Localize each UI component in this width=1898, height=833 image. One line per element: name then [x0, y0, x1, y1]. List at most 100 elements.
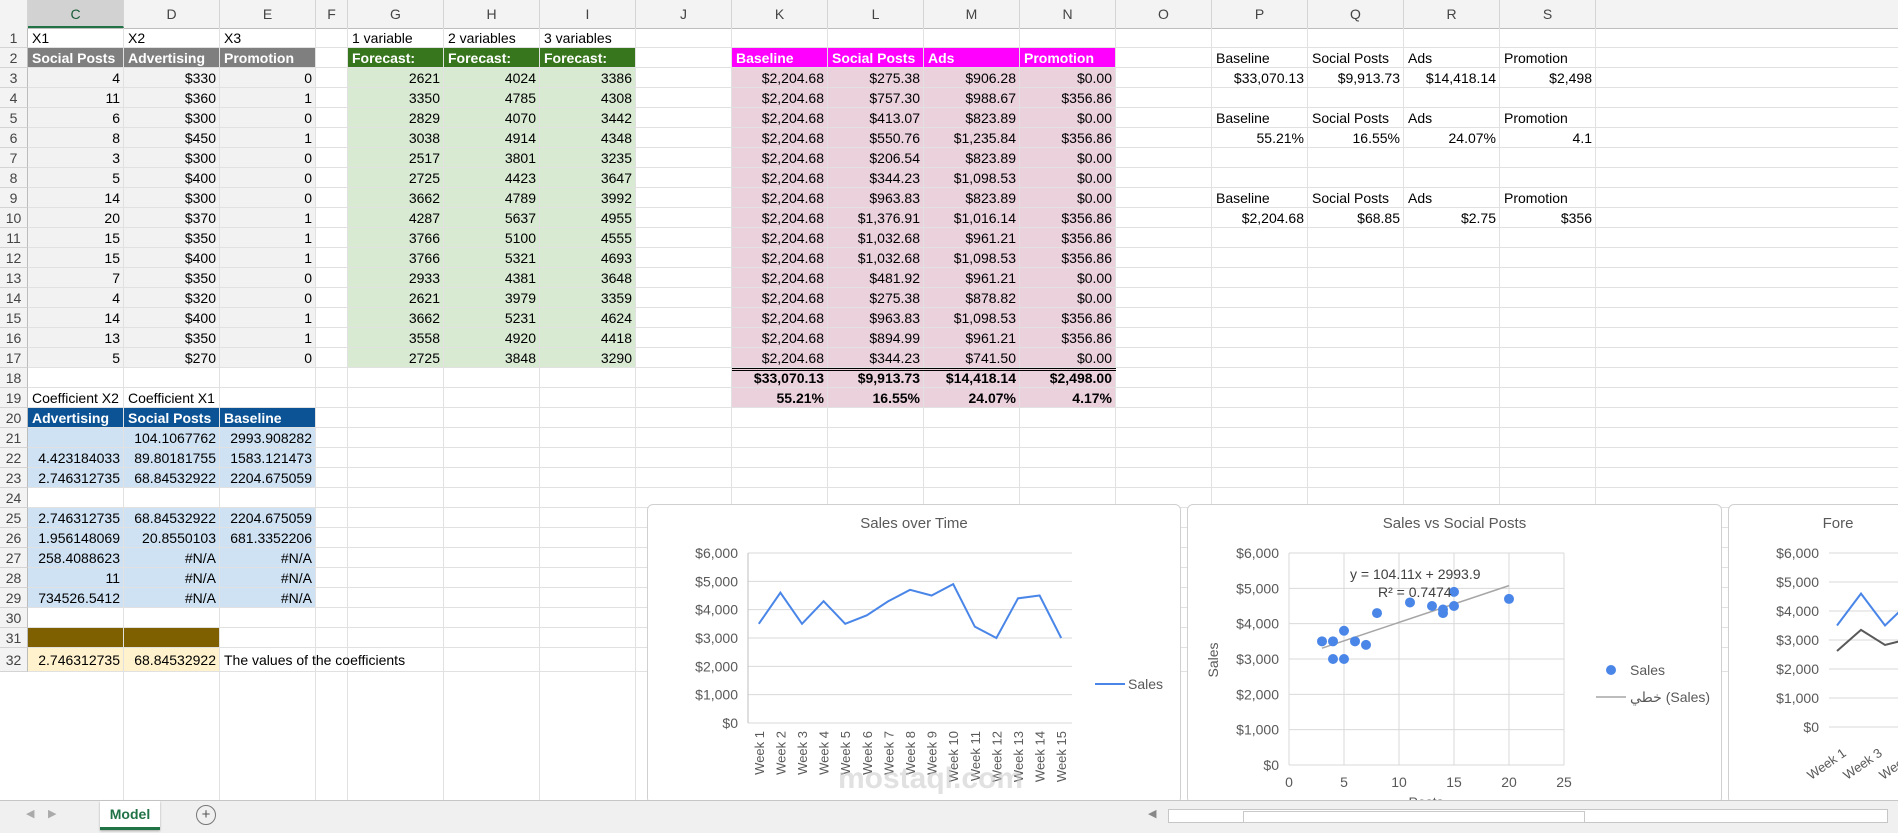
cell-d22[interactable]: 89.80181755 [124, 448, 220, 468]
cell-e9[interactable]: 0 [220, 188, 316, 208]
cell-n12[interactable]: $356.86 [1020, 248, 1116, 268]
cell-h14[interactable]: 3979 [444, 288, 540, 308]
row-header-22[interactable]: 22 [0, 448, 28, 468]
cell-k18[interactable]: $33,070.13 [732, 368, 828, 388]
cell-i5[interactable]: 3442 [540, 108, 636, 128]
row-header-2[interactable]: 2 [0, 48, 28, 68]
cell-c27[interactable]: 258.4088623 [28, 548, 124, 568]
cell-p10[interactable]: $2,204.68 [1212, 208, 1308, 228]
cell-i17[interactable]: 3290 [540, 348, 636, 368]
cell-n19[interactable]: 4.17% [1020, 388, 1116, 408]
cell-n18[interactable]: $2,498.00 [1020, 368, 1116, 388]
cell-d32[interactable]: 68.84532922 [124, 648, 220, 672]
cell-m14[interactable]: $878.82 [924, 288, 1020, 308]
cell-c19[interactable]: Coefficient X2 [28, 388, 124, 408]
cell-d19[interactable]: Coefficient X1 [124, 388, 220, 408]
cell-g1[interactable]: 1 variable [348, 28, 444, 48]
row-header-3[interactable]: 3 [0, 68, 28, 88]
cell-e28[interactable]: #N/A [220, 568, 316, 588]
cell-c15[interactable]: 14 [28, 308, 124, 328]
cell-m18[interactable]: $14,418.14 [924, 368, 1020, 388]
cell-g15[interactable]: 3662 [348, 308, 444, 328]
cell-m3[interactable]: $906.28 [924, 68, 1020, 88]
cell-h5[interactable]: 4070 [444, 108, 540, 128]
cell-k16[interactable]: $2,204.68 [732, 328, 828, 348]
row-header-16[interactable]: 16 [0, 328, 28, 348]
cell-l11[interactable]: $1,032.68 [828, 228, 924, 248]
cell-i4[interactable]: 4308 [540, 88, 636, 108]
cell-i1[interactable]: 3 variables [540, 28, 636, 48]
cell-m9[interactable]: $823.89 [924, 188, 1020, 208]
cell-i11[interactable]: 4555 [540, 228, 636, 248]
column-header-g[interactable]: G [348, 0, 444, 28]
cell-r2[interactable]: Ads [1404, 48, 1500, 68]
cell-i3[interactable]: 3386 [540, 68, 636, 88]
cell-p9[interactable]: Baseline [1212, 188, 1308, 208]
row-header-4[interactable]: 4 [0, 88, 28, 108]
cell-d6[interactable]: $450 [124, 128, 220, 148]
cell-q10[interactable]: $68.85 [1308, 208, 1404, 228]
row-header-28[interactable]: 28 [0, 568, 28, 588]
cell-c4[interactable]: 11 [28, 88, 124, 108]
cell-d13[interactable]: $350 [124, 268, 220, 288]
cell-g11[interactable]: 3766 [348, 228, 444, 248]
cell-g2[interactable]: Forecast: [348, 48, 444, 68]
cell-g12[interactable]: 3766 [348, 248, 444, 268]
row-header-14[interactable]: 14 [0, 288, 28, 308]
cell-c9[interactable]: 14 [28, 188, 124, 208]
cell-h12[interactable]: 5321 [444, 248, 540, 268]
horizontal-scrollbar[interactable] [1168, 809, 1888, 823]
cell-s2[interactable]: Promotion [1500, 48, 1596, 68]
row-header-8[interactable]: 8 [0, 168, 28, 188]
cell-g3[interactable]: 2621 [348, 68, 444, 88]
cell-l19[interactable]: 16.55% [828, 388, 924, 408]
cell-m10[interactable]: $1,016.14 [924, 208, 1020, 228]
cell-h11[interactable]: 5100 [444, 228, 540, 248]
row-header-32[interactable]: 32 [0, 648, 28, 672]
row-header-27[interactable]: 27 [0, 548, 28, 568]
next-sheet-icon[interactable]: ▶ [48, 807, 56, 820]
cell-h17[interactable]: 3848 [444, 348, 540, 368]
cell-n3[interactable]: $0.00 [1020, 68, 1116, 88]
cell-l17[interactable]: $344.23 [828, 348, 924, 368]
cell-q3[interactable]: $9,913.73 [1308, 68, 1404, 88]
add-sheet-button[interactable]: + [196, 805, 216, 825]
cell-q9[interactable]: Social Posts [1308, 188, 1404, 208]
cell-g4[interactable]: 3350 [348, 88, 444, 108]
cell-i13[interactable]: 3648 [540, 268, 636, 288]
column-header-c[interactable]: C [28, 0, 124, 28]
cell-r9[interactable]: Ads [1404, 188, 1500, 208]
cell-d17[interactable]: $270 [124, 348, 220, 368]
cell-g10[interactable]: 4287 [348, 208, 444, 228]
row-header-5[interactable]: 5 [0, 108, 28, 128]
row-header-21[interactable]: 21 [0, 428, 28, 448]
cell-p2[interactable]: Baseline [1212, 48, 1308, 68]
cell-m6[interactable]: $1,235.84 [924, 128, 1020, 148]
cell-g7[interactable]: 2517 [348, 148, 444, 168]
row-header-12[interactable]: 12 [0, 248, 28, 268]
cell-h15[interactable]: 5231 [444, 308, 540, 328]
cell-e15[interactable]: 1 [220, 308, 316, 328]
cell-h4[interactable]: 4785 [444, 88, 540, 108]
column-header-m[interactable]: M [924, 0, 1020, 28]
cell-d25[interactable]: 68.84532922 [124, 508, 220, 528]
cell-k19[interactable]: 55.21% [732, 388, 828, 408]
cell-k7[interactable]: $2,204.68 [732, 148, 828, 168]
cell-e1[interactable]: X3 [220, 28, 316, 48]
cell-d1[interactable]: X2 [124, 28, 220, 48]
chart-forecast[interactable]: Fore $0 $1,000 $2,000 $3,000 $4,000 $5,000 $6,0… [1728, 504, 1898, 800]
cell-d20[interactable]: Social Posts [124, 408, 220, 428]
cell-q6[interactable]: 16.55% [1308, 128, 1404, 148]
cell-n13[interactable]: $0.00 [1020, 268, 1116, 288]
cell-d11[interactable]: $350 [124, 228, 220, 248]
cell-m11[interactable]: $961.21 [924, 228, 1020, 248]
cell-c6[interactable]: 8 [28, 128, 124, 148]
cell-c10[interactable]: 20 [28, 208, 124, 228]
cell-n14[interactable]: $0.00 [1020, 288, 1116, 308]
column-header-i[interactable]: I [540, 0, 636, 28]
cell-h6[interactable]: 4914 [444, 128, 540, 148]
column-header-p[interactable]: P [1212, 0, 1308, 28]
cell-e7[interactable]: 0 [220, 148, 316, 168]
row-header-10[interactable]: 10 [0, 208, 28, 228]
cell-n16[interactable]: $356.86 [1020, 328, 1116, 348]
